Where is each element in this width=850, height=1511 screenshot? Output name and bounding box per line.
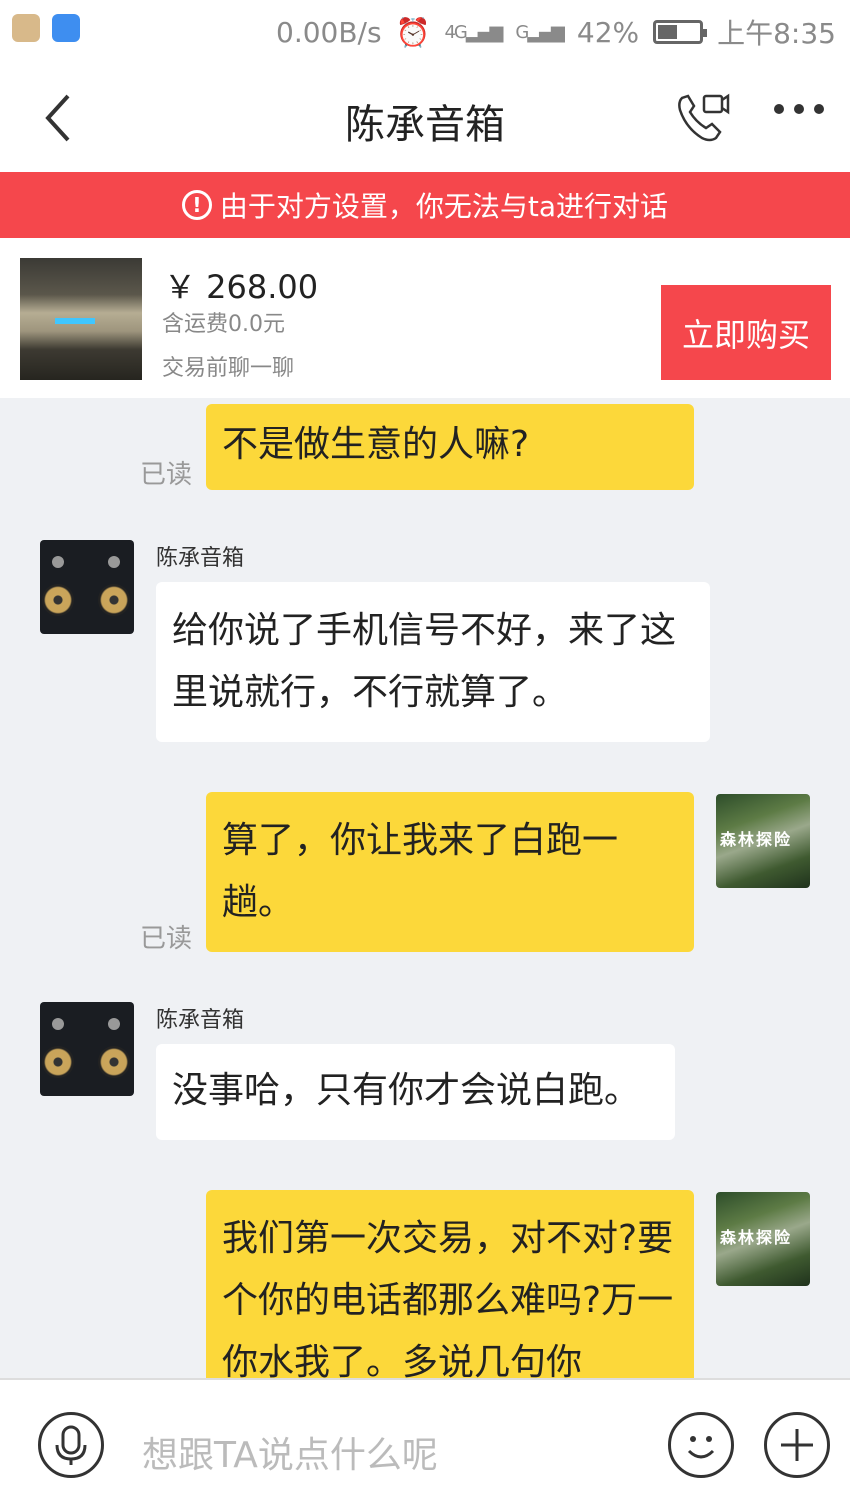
message-text: 给你说了手机信号不好，来了这里说就行，不行就算了。 <box>172 610 677 713</box>
shipping-fee: 含运费0.0元 <box>162 312 285 337</box>
cloud-icon <box>52 14 80 42</box>
message-list[interactable]: 不是做生意的人嘛? 已读 陈承音箱 给你说了手机信号不好，来了这里说就行，不行就… <box>0 398 850 1378</box>
restriction-banner: ! 由于对方设置，你无法与ta进行对话 <box>0 172 850 238</box>
alarm-icon: ⏰ <box>395 15 431 49</box>
my-avatar[interactable]: 森林探险 <box>716 794 810 888</box>
sender-name: 陈承音箱 <box>156 1008 245 1033</box>
message-input[interactable]: 想跟TA说点什么呢 <box>142 1426 438 1478</box>
read-receipt: 已读 <box>140 924 193 954</box>
chat-hint: 交易前聊一聊 <box>162 356 295 381</box>
input-bar: 想跟TA说点什么呢 <box>0 1378 850 1511</box>
contact-message-bubble[interactable]: 给你说了手机信号不好，来了这里说就行，不行就算了。 <box>156 582 710 742</box>
message-text: 不是做生意的人嘛? <box>222 424 530 465</box>
battery-icon <box>653 20 708 44</box>
more-options-icon[interactable] <box>774 104 824 114</box>
net-speed: 0.00B/s <box>276 15 382 49</box>
read-receipt: 已读 <box>140 460 193 490</box>
contact-avatar[interactable] <box>40 540 134 634</box>
signal-4g-icon: 4G▂▄▆ <box>444 21 503 43</box>
status-bar: 0.00B/s ⏰ 4G▂▄▆ G▂▄▆ 42% 上午8:35 <box>0 0 850 62</box>
my-message-bubble[interactable]: 不是做生意的人嘛? <box>206 404 694 490</box>
chat-header: 陈承音箱 <box>0 62 850 172</box>
my-avatar[interactable]: 森林探险 <box>716 1192 810 1286</box>
my-message-bubble[interactable]: 我们第一次交易，对不对?要个你的电话都那么难吗?万一你水我了。多说几句你 <box>206 1190 694 1378</box>
signal-g-icon: G▂▄▆ <box>515 21 565 43</box>
battery-percent: 42% <box>576 15 640 49</box>
message-text: 算了，你让我来了白跑一趟。 <box>222 820 619 923</box>
notification-app-icon <box>12 14 40 42</box>
contact-message-bubble[interactable]: 没事哈，只有你才会说白跑。 <box>156 1044 675 1140</box>
my-message-bubble[interactable]: 算了，你让我来了白跑一趟。 <box>206 792 694 952</box>
voice-video-call-icon[interactable] <box>672 88 732 148</box>
add-attachment-icon[interactable] <box>764 1412 830 1478</box>
product-card[interactable]: ￥ 268.00 含运费0.0元 交易前聊一聊 立即购买 <box>0 238 850 398</box>
clock: 上午8:35 <box>717 17 836 50</box>
emoji-icon[interactable] <box>668 1412 734 1478</box>
product-image[interactable] <box>20 258 142 380</box>
warning-icon: ! <box>181 190 212 220</box>
buy-now-button[interactable]: 立即购买 <box>661 285 831 380</box>
microphone-icon[interactable] <box>38 1412 104 1478</box>
banner-text: 由于对方设置，你无法与ta进行对话 <box>219 190 669 223</box>
message-text: 没事哈，只有你才会说白跑。 <box>172 1070 641 1111</box>
message-text: 我们第一次交易，对不对?要个你的电话都那么难吗?万一你水我了。多说几句你 <box>222 1218 674 1378</box>
sender-name: 陈承音箱 <box>156 546 245 571</box>
product-price: ￥ 268.00 <box>164 268 319 306</box>
contact-avatar[interactable] <box>40 1002 134 1096</box>
